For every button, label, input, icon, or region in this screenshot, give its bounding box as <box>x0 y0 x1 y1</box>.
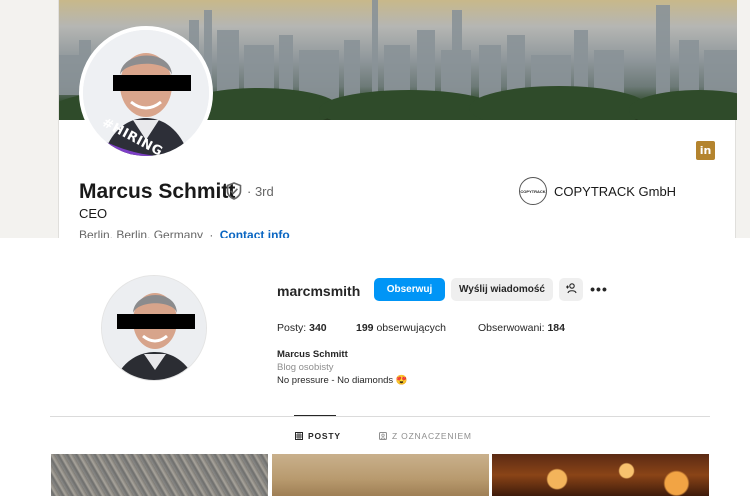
tab-tagged[interactable]: Z OZNACZENIEM <box>379 424 472 448</box>
active-tab-indicator <box>294 415 336 416</box>
follow-button[interactable]: Obserwuj <box>374 278 445 301</box>
add-person-icon <box>565 282 577 297</box>
redaction-bar <box>117 314 195 329</box>
verified-shield-icon[interactable] <box>225 182 243 200</box>
instagram-profile-panel: marcmsmith Obserwuj Wyślij wiadomość •••… <box>0 238 750 496</box>
tab-posts[interactable]: POSTY <box>295 424 341 448</box>
linkedin-profile-card: #HIRING in Marcus Schmitt · 3rd CEO Berl… <box>58 0 737 238</box>
profile-location: Berlin, Berlin, Germany <box>79 228 204 238</box>
grid-icon <box>295 432 303 440</box>
linkedin-logo-icon[interactable]: in <box>696 141 715 160</box>
instagram-bio: No pressure - No diamonds 😍 <box>277 375 408 386</box>
tabs-divider <box>50 416 710 417</box>
tagged-icon <box>379 432 387 440</box>
company-logo: COPYTRACK <box>519 177 547 205</box>
post-thumbnail[interactable] <box>51 454 268 496</box>
followers-count[interactable]: 199 obserwujących <box>356 322 446 334</box>
more-options-icon[interactable]: ••• <box>589 280 609 298</box>
suggested-accounts-button[interactable] <box>559 278 583 301</box>
instagram-profile-photo[interactable] <box>101 275 207 381</box>
company-name: COPYTRACK GmbH <box>554 183 677 199</box>
current-company[interactable]: COPYTRACK COPYTRACK GmbH <box>519 177 676 205</box>
profile-headline: CEO <box>79 206 108 221</box>
redaction-bar <box>113 75 191 91</box>
post-thumbnail[interactable] <box>272 454 489 496</box>
connection-degree: · 3rd <box>247 184 274 199</box>
posts-count: Posty: 340 <box>277 322 327 334</box>
instagram-username: marcmsmith <box>277 283 361 299</box>
following-count[interactable]: Obserwowani: 184 <box>478 322 565 334</box>
profile-location-row: Berlin, Berlin, Germany · Contact info <box>79 228 290 238</box>
location-separator: · <box>209 228 214 238</box>
linkedin-profile-photo[interactable]: #HIRING <box>79 26 213 160</box>
send-message-button[interactable]: Wyślij wiadomość <box>451 278 553 301</box>
instagram-category: Blog osobisty <box>277 362 334 373</box>
profile-name: Marcus Schmitt <box>79 180 236 203</box>
contact-info-link[interactable]: Contact info <box>220 228 290 238</box>
linkedin-profile-panel: #HIRING in Marcus Schmitt · 3rd CEO Berl… <box>0 0 750 238</box>
post-thumbnail[interactable] <box>492 454 709 496</box>
instagram-full-name: Marcus Schmitt <box>277 349 348 360</box>
